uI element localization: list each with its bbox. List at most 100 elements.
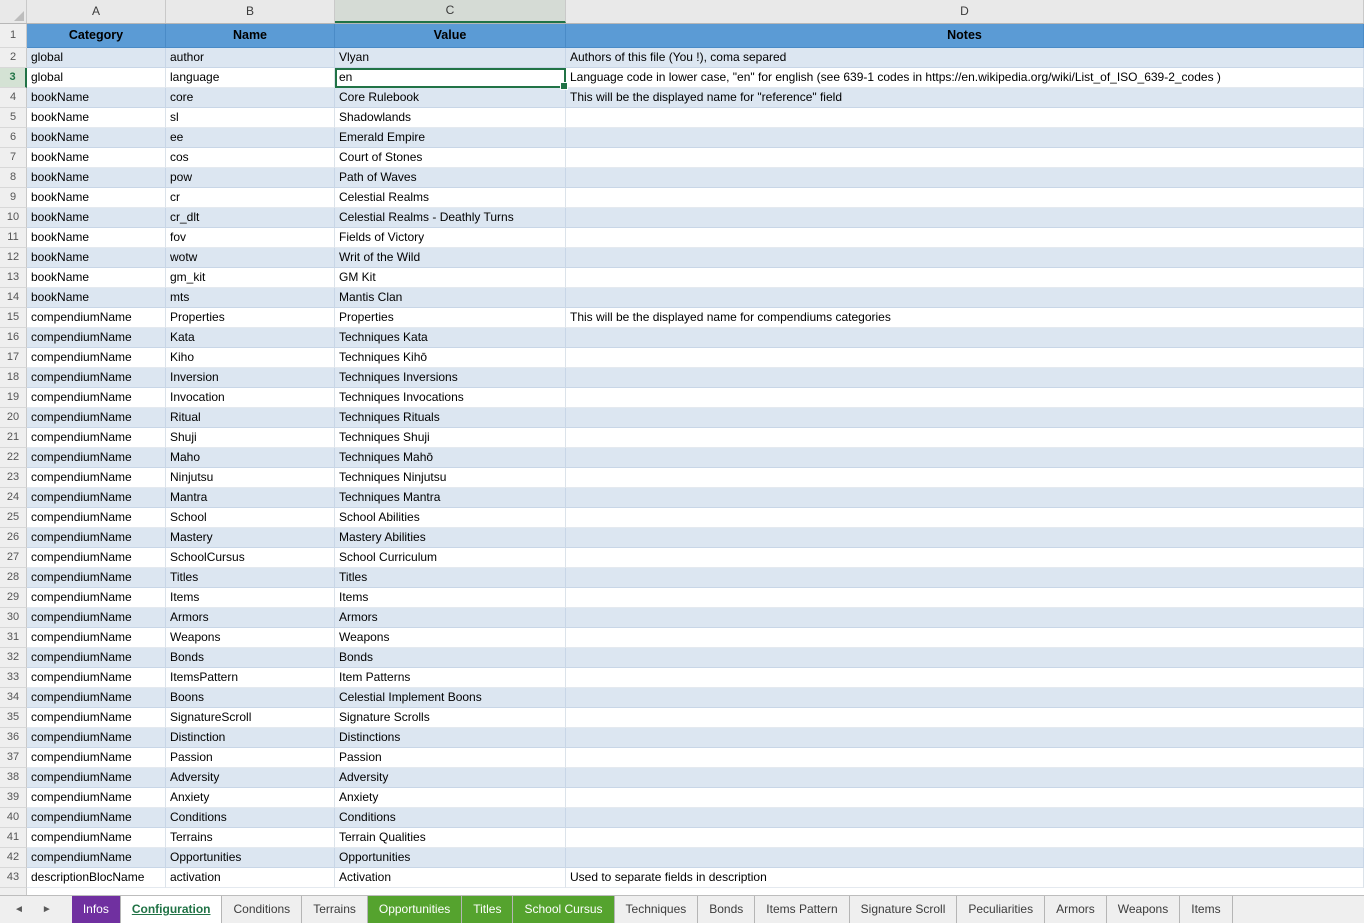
cell-C43[interactable]: Activation [335, 868, 566, 888]
cell-B37[interactable]: Passion [166, 748, 335, 768]
row-header-24[interactable]: 24 [0, 488, 27, 508]
cell-A8[interactable]: bookName [27, 168, 166, 188]
cell-C36[interactable]: Distinctions [335, 728, 566, 748]
sheet-tab-techniques[interactable]: Techniques [615, 896, 699, 923]
cell-D43[interactable]: Used to separate fields in description [566, 868, 1364, 888]
cell-B35[interactable]: SignatureScroll [166, 708, 335, 728]
cell-A41[interactable]: compendiumName [27, 828, 166, 848]
sheet-tab-signature-scroll[interactable]: Signature Scroll [850, 896, 958, 923]
sheet-tab-infos[interactable]: Infos [72, 896, 121, 923]
cell-D7[interactable] [566, 148, 1364, 168]
sheet-tab-conditions[interactable]: Conditions [222, 896, 302, 923]
cell-A27[interactable]: compendiumName [27, 548, 166, 568]
cell-B23[interactable]: Ninjutsu [166, 468, 335, 488]
cell-A36[interactable]: compendiumName [27, 728, 166, 748]
cell-D22[interactable] [566, 448, 1364, 468]
cell-B20[interactable]: Ritual [166, 408, 335, 428]
row-header-43[interactable]: 43 [0, 868, 27, 888]
cell-B10[interactable]: cr_dlt [166, 208, 335, 228]
cell-A35[interactable]: compendiumName [27, 708, 166, 728]
sheet-tab-peculiarities[interactable]: Peculiarities [957, 896, 1045, 923]
cell-B30[interactable]: Armors [166, 608, 335, 628]
cell-B15[interactable]: Properties [166, 308, 335, 328]
cell-C37[interactable]: Passion [335, 748, 566, 768]
cell-C19[interactable]: Techniques Invocations [335, 388, 566, 408]
row-header-12[interactable]: 12 [0, 248, 27, 268]
cell-C38[interactable]: Adversity [335, 768, 566, 788]
cell-D5[interactable] [566, 108, 1364, 128]
row-header-21[interactable]: 21 [0, 428, 27, 448]
cell-C21[interactable]: Techniques Shuji [335, 428, 566, 448]
cell-B29[interactable]: Items [166, 588, 335, 608]
cell-B13[interactable]: gm_kit [166, 268, 335, 288]
cell-A15[interactable]: compendiumName [27, 308, 166, 328]
cell-B39[interactable]: Anxiety [166, 788, 335, 808]
cell-C8[interactable]: Path of Waves [335, 168, 566, 188]
cell-A18[interactable]: compendiumName [27, 368, 166, 388]
cell-C2[interactable]: Vlyan [335, 48, 566, 68]
cell-D6[interactable] [566, 128, 1364, 148]
sheet-tab-opportunities[interactable]: Opportunities [368, 896, 462, 923]
cell-C42[interactable]: Opportunities [335, 848, 566, 868]
row-header-28[interactable]: 28 [0, 568, 27, 588]
cell-B7[interactable]: cos [166, 148, 335, 168]
sheet-tab-armors[interactable]: Armors [1045, 896, 1107, 923]
cell-B34[interactable]: Boons [166, 688, 335, 708]
column-header-c[interactable]: C [335, 0, 566, 23]
cell-A28[interactable]: compendiumName [27, 568, 166, 588]
cell-D30[interactable] [566, 608, 1364, 628]
cell-A11[interactable]: bookName [27, 228, 166, 248]
cell-B11[interactable]: fov [166, 228, 335, 248]
cell-D10[interactable] [566, 208, 1364, 228]
row-header-41[interactable]: 41 [0, 828, 27, 848]
cell-D12[interactable] [566, 248, 1364, 268]
cell-B33[interactable]: ItemsPattern [166, 668, 335, 688]
sheet-tab-items[interactable]: Items [1180, 896, 1232, 923]
cell-A39[interactable]: compendiumName [27, 788, 166, 808]
row-header-42[interactable]: 42 [0, 848, 27, 868]
sheet-tab-bonds[interactable]: Bonds [698, 896, 755, 923]
cell-C27[interactable]: School Curriculum [335, 548, 566, 568]
cell-D3[interactable]: Language code in lower case, "en" for en… [566, 68, 1364, 88]
cell-B3[interactable]: language [166, 68, 335, 88]
row-header-1[interactable]: 1 [0, 24, 27, 48]
cell-B26[interactable]: Mastery [166, 528, 335, 548]
cell-A38[interactable]: compendiumName [27, 768, 166, 788]
cell-D29[interactable] [566, 588, 1364, 608]
row-header-17[interactable]: 17 [0, 348, 27, 368]
cell-B36[interactable]: Distinction [166, 728, 335, 748]
row-header-33[interactable]: 33 [0, 668, 27, 688]
sheet-tab-titles[interactable]: Titles [462, 896, 513, 923]
cell-A14[interactable]: bookName [27, 288, 166, 308]
cell-C41[interactable]: Terrain Qualities [335, 828, 566, 848]
cell-D23[interactable] [566, 468, 1364, 488]
cell-C12[interactable]: Writ of the Wild [335, 248, 566, 268]
cell-C31[interactable]: Weapons [335, 628, 566, 648]
cell-B22[interactable]: Maho [166, 448, 335, 468]
cell-B16[interactable]: Kata [166, 328, 335, 348]
cell-C26[interactable]: Mastery Abilities [335, 528, 566, 548]
select-all-corner[interactable] [0, 0, 27, 23]
cell-B8[interactable]: pow [166, 168, 335, 188]
cell-B18[interactable]: Inversion [166, 368, 335, 388]
cell-D28[interactable] [566, 568, 1364, 588]
cell-C16[interactable]: Techniques Kata [335, 328, 566, 348]
row-header-10[interactable]: 10 [0, 208, 27, 228]
row-header-22[interactable]: 22 [0, 448, 27, 468]
cell-C18[interactable]: Techniques Inversions [335, 368, 566, 388]
row-header-25[interactable]: 25 [0, 508, 27, 528]
cell-D25[interactable] [566, 508, 1364, 528]
cell-B6[interactable]: ee [166, 128, 335, 148]
next-sheet-arrow-icon[interactable]: ► [42, 904, 52, 915]
cell-D14[interactable] [566, 288, 1364, 308]
cell-C22[interactable]: Techniques Mahō [335, 448, 566, 468]
cell-D36[interactable] [566, 728, 1364, 748]
cell-B43[interactable]: activation [166, 868, 335, 888]
cell-B1[interactable]: Name [166, 24, 335, 48]
cell-A24[interactable]: compendiumName [27, 488, 166, 508]
cell-D20[interactable] [566, 408, 1364, 428]
cell-C17[interactable]: Techniques Kihō [335, 348, 566, 368]
row-header-4[interactable]: 4 [0, 88, 27, 108]
row-header-11[interactable]: 11 [0, 228, 27, 248]
cell-B38[interactable]: Adversity [166, 768, 335, 788]
